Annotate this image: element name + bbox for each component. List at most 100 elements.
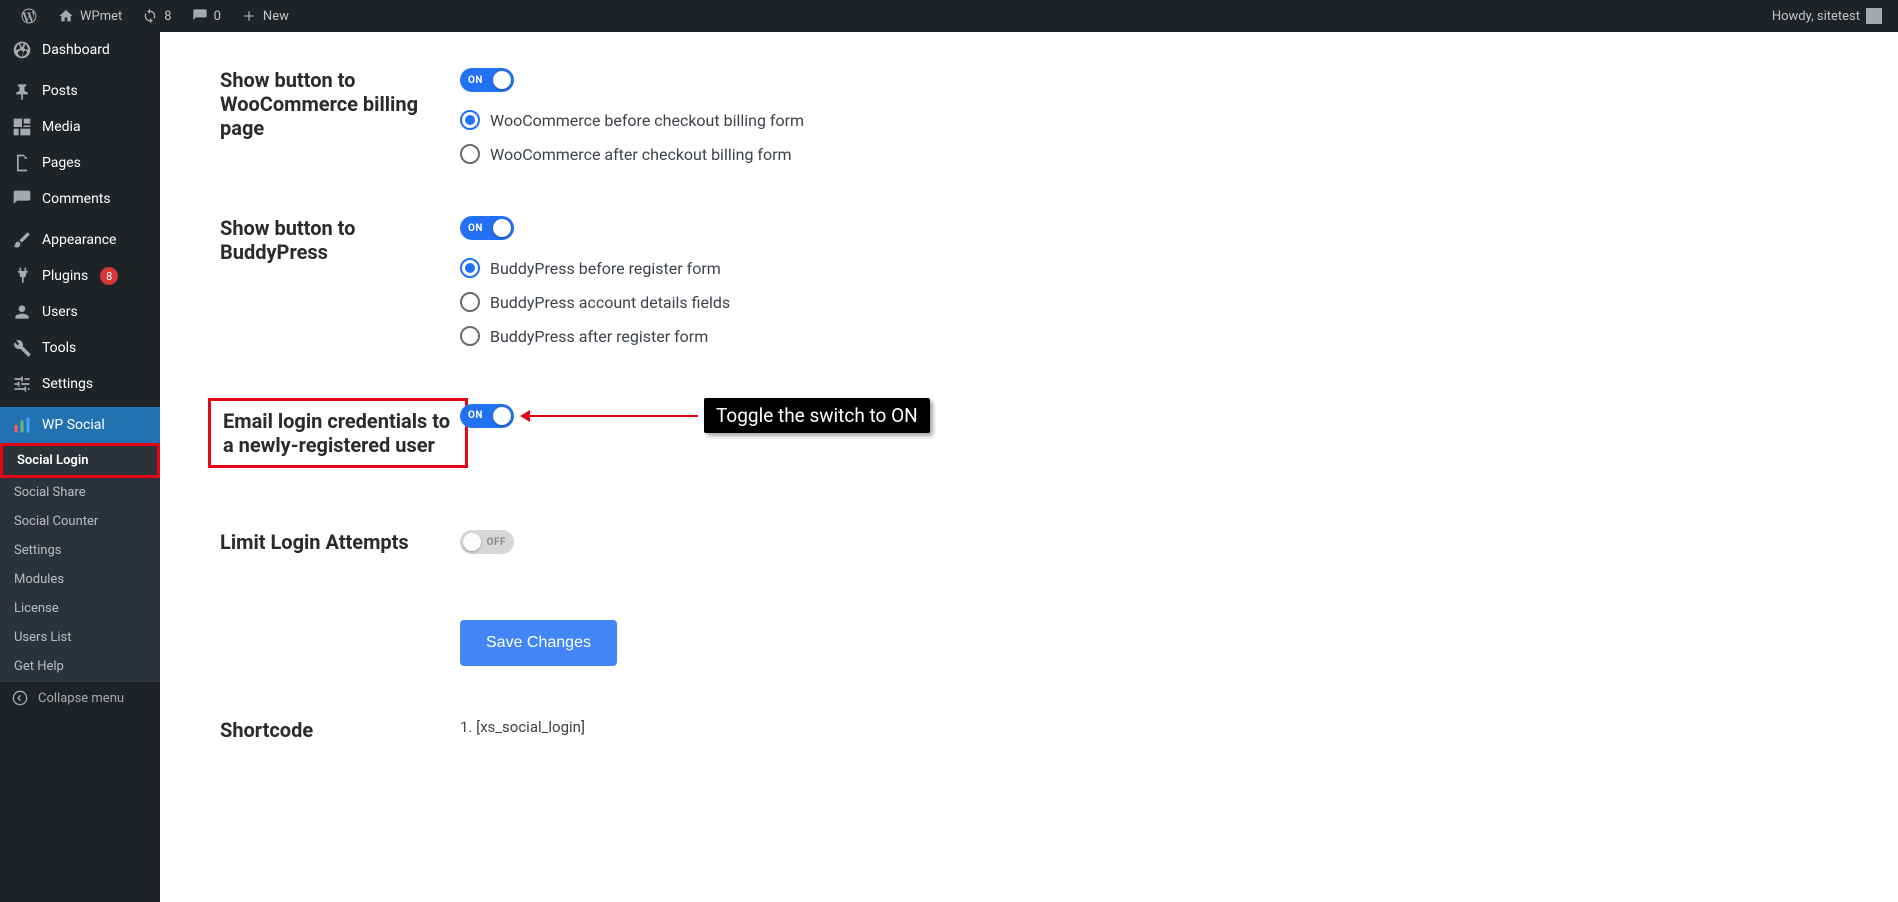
setting-label: Show button to BuddyPress <box>220 216 430 264</box>
update-icon <box>142 8 158 24</box>
sidebar-item-label: Pages <box>42 155 81 171</box>
media-icon <box>12 117 32 137</box>
sidebar-item-label: Tools <box>42 340 76 356</box>
radio-icon <box>460 292 480 312</box>
main-content: Show button to WooCommerce billing page … <box>160 0 1898 902</box>
comments-menu[interactable]: 0 <box>184 0 229 32</box>
admin-bar-left: WPmet 8 0 New <box>12 0 297 32</box>
setting-label: Email login credentials to a newly-regis… <box>223 409 453 457</box>
pin-icon <box>12 81 32 101</box>
avatar <box>1866 8 1882 24</box>
highlight-email-setting: Email login credentials to a newly-regis… <box>208 398 468 468</box>
wordpress-icon <box>20 7 38 25</box>
admin-bar-right[interactable]: Howdy, sitetest <box>1772 8 1886 24</box>
setting-limit-attempts: Limit Login Attempts OFF <box>160 514 1898 574</box>
sidebar-item-label: Posts <box>42 83 78 99</box>
toggle-label: ON <box>468 75 483 86</box>
wp-social-icon <box>12 415 32 435</box>
submenu-social-login[interactable]: Social Login <box>3 446 157 475</box>
home-icon <box>58 8 74 24</box>
toggle-knob <box>493 219 511 237</box>
radio-label: WooCommerce before checkout billing form <box>490 111 804 130</box>
toggle-knob <box>463 533 481 551</box>
submenu-social-share[interactable]: Social Share <box>0 478 160 507</box>
sidebar-item-pages[interactable]: Pages <box>0 145 160 181</box>
radio-bp-after[interactable]: BuddyPress after register form <box>460 326 730 346</box>
radio-label: BuddyPress account details fields <box>490 293 730 312</box>
collapse-menu-button[interactable]: Collapse menu <box>0 681 160 714</box>
setting-email-credentials: Email login credentials to a newly-regis… <box>160 382 1898 484</box>
save-button[interactable]: Save Changes <box>460 620 617 666</box>
brush-icon <box>12 230 32 250</box>
setting-label: Limit Login Attempts <box>220 530 430 554</box>
toggle-knob <box>493 407 511 425</box>
sidebar-item-plugins[interactable]: Plugins 8 <box>0 258 160 294</box>
save-row: Save Changes <box>160 604 1898 682</box>
comments-count: 0 <box>214 9 221 24</box>
new-content-menu[interactable]: New <box>233 0 297 32</box>
setting-shortcode: Shortcode 1. [xs_social_login] <box>160 702 1898 758</box>
submenu-users-list[interactable]: Users List <box>0 623 160 652</box>
sidebar-item-label: Dashboard <box>42 42 110 58</box>
admin-sidebar: Dashboard Posts Media Pages Comments App… <box>0 32 160 902</box>
radio-icon <box>460 144 480 164</box>
updates-menu[interactable]: 8 <box>134 0 179 32</box>
radio-bp-before[interactable]: BuddyPress before register form <box>460 258 730 278</box>
toggle-limit-attempts[interactable]: OFF <box>460 530 514 554</box>
radio-label: WooCommerce after checkout billing form <box>490 145 792 164</box>
toggle-email-credentials[interactable]: ON <box>460 404 514 428</box>
plug-icon <box>12 266 32 286</box>
submenu-modules[interactable]: Modules <box>0 565 160 594</box>
sidebar-item-settings[interactable]: Settings <box>0 366 160 402</box>
sidebar-item-dashboard[interactable]: Dashboard <box>0 32 160 68</box>
sidebar-item-tools[interactable]: Tools <box>0 330 160 366</box>
new-label: New <box>263 9 289 24</box>
page-icon <box>12 153 32 173</box>
submenu-social-counter[interactable]: Social Counter <box>0 507 160 536</box>
sidebar-item-wp-social[interactable]: WP Social <box>0 407 160 443</box>
highlight-social-login: Social Login <box>0 443 160 478</box>
radio-woo-before[interactable]: WooCommerce before checkout billing form <box>460 110 804 130</box>
sidebar-item-users[interactable]: Users <box>0 294 160 330</box>
annotation-arrow <box>528 415 698 417</box>
annotation-text: Toggle the switch to ON <box>704 398 930 433</box>
sidebar-item-label: Plugins <box>42 268 88 284</box>
toggle-buddypress[interactable]: ON <box>460 216 514 240</box>
sidebar-item-label: Media <box>42 119 81 135</box>
radio-bp-account[interactable]: BuddyPress account details fields <box>460 292 730 312</box>
radio-woo-after[interactable]: WooCommerce after checkout billing form <box>460 144 804 164</box>
plugins-update-badge: 8 <box>100 267 118 285</box>
sidebar-item-label: WP Social <box>42 417 105 433</box>
radio-label: BuddyPress after register form <box>490 327 708 346</box>
submenu-license[interactable]: License <box>0 594 160 623</box>
wp-logo-menu[interactable] <box>12 0 46 32</box>
user-icon <box>12 302 32 322</box>
radio-label: BuddyPress before register form <box>490 259 721 278</box>
submenu-settings[interactable]: Settings <box>0 536 160 565</box>
updates-count: 8 <box>164 9 171 24</box>
sidebar-item-posts[interactable]: Posts <box>0 73 160 109</box>
collapse-label: Collapse menu <box>38 691 124 706</box>
comment-icon <box>12 189 32 209</box>
sidebar-item-label: Settings <box>42 376 93 392</box>
sidebar-item-label: Comments <box>42 191 111 207</box>
radio-icon <box>460 110 480 130</box>
site-name-menu[interactable]: WPmet <box>50 0 130 32</box>
sliders-icon <box>12 374 32 394</box>
toggle-label: ON <box>468 223 483 234</box>
setting-woocommerce: Show button to WooCommerce billing page … <box>160 52 1898 180</box>
setting-buddypress: Show button to BuddyPress ON BuddyPress … <box>160 200 1898 362</box>
toggle-woocommerce[interactable]: ON <box>460 68 514 92</box>
sidebar-item-media[interactable]: Media <box>0 109 160 145</box>
submenu-get-help[interactable]: Get Help <box>0 652 160 681</box>
sidebar-item-comments[interactable]: Comments <box>0 181 160 217</box>
shortcode-value: 1. [xs_social_login] <box>460 718 585 736</box>
toggle-label: ON <box>468 410 483 421</box>
comment-icon <box>192 8 208 24</box>
setting-label: Show button to WooCommerce billing page <box>220 68 430 140</box>
howdy-text: Howdy, sitetest <box>1772 9 1860 24</box>
sidebar-item-label: Users <box>42 304 78 320</box>
wp-social-submenu: Social Login Social Share Social Counter… <box>0 443 160 681</box>
collapse-icon <box>12 690 28 706</box>
sidebar-item-appearance[interactable]: Appearance <box>0 222 160 258</box>
